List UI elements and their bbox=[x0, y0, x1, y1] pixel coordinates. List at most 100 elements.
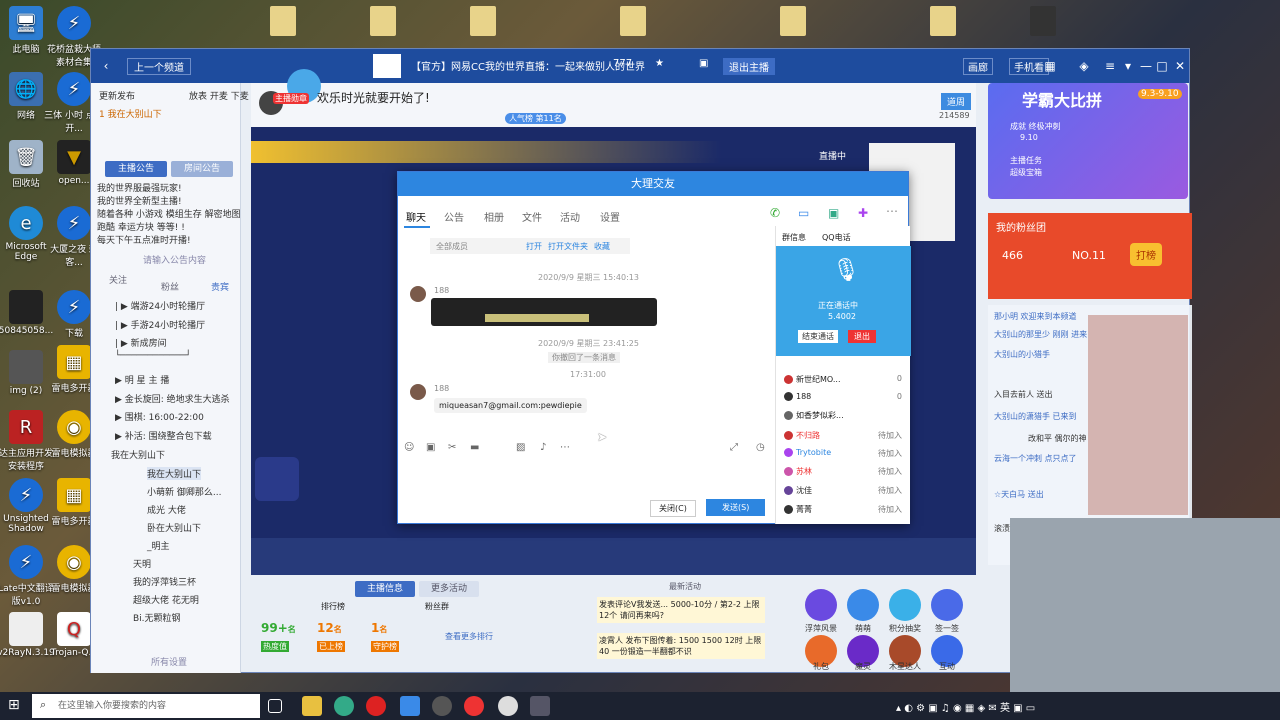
opera-icon[interactable] bbox=[366, 696, 386, 716]
desktop-folder-icon[interactable] bbox=[620, 6, 646, 36]
channel-item[interactable]: ▶ 金长旋回: 绝地求生大逃杀 bbox=[115, 392, 230, 405]
event-badge[interactable] bbox=[255, 457, 299, 501]
chrome-icon[interactable] bbox=[334, 696, 354, 716]
tab-notice[interactable]: 公告 bbox=[444, 209, 464, 224]
skin-icon[interactable]: ◈ bbox=[1075, 57, 1093, 75]
channel-item[interactable]: | ▶ 手游24小时轮播厅 bbox=[115, 318, 205, 331]
tab-album[interactable]: 相册 bbox=[484, 209, 504, 224]
exit-anchor-button[interactable]: 退出主播 bbox=[723, 58, 775, 75]
gift-button[interactable] bbox=[889, 589, 921, 621]
member-item[interactable]: 小萌新 御卿那么... bbox=[147, 485, 221, 498]
send-button[interactable]: 发送(S) bbox=[706, 499, 766, 516]
open-folder-link[interactable]: 打开文件夹 bbox=[548, 241, 588, 252]
member-row[interactable]: 菁菁 待加入 bbox=[784, 504, 902, 515]
settings-link[interactable]: 所有设置 bbox=[151, 655, 187, 668]
rank-button[interactable]: 道周 bbox=[941, 93, 972, 110]
badge[interactable]: 人气榜 第11名 bbox=[505, 113, 566, 124]
desktop-file-icon[interactable] bbox=[1030, 6, 1056, 36]
mic-controls-label[interactable]: 放表 开麦 下麦 bbox=[189, 89, 249, 102]
tab-anchor-notice[interactable]: 主播公告 bbox=[105, 161, 167, 177]
app-icon[interactable]: ✚ bbox=[858, 206, 868, 220]
gif-icon[interactable]: ▣ bbox=[426, 442, 435, 453]
tab-vip[interactable]: 贵宾 bbox=[211, 280, 229, 293]
expand-icon[interactable]: ⤢ bbox=[730, 442, 738, 453]
app-icon[interactable] bbox=[530, 696, 550, 716]
member-row[interactable]: 188 0 bbox=[784, 392, 902, 401]
windows-start-icon[interactable]: ⊞ bbox=[8, 697, 20, 713]
favorite-link[interactable]: 收藏 bbox=[594, 241, 610, 252]
close-icon[interactable]: ✕ bbox=[1171, 57, 1189, 75]
menu-icon[interactable]: ≡ bbox=[1101, 57, 1119, 75]
tray-icons[interactable]: ▴ ◐ ⚙ ▣ ♫ ◉ ▦ ◈ ✉ 英 ▣ ▭ bbox=[896, 699, 1035, 714]
file-explorer-icon[interactable] bbox=[302, 696, 322, 716]
video-icon[interactable]: ▣ bbox=[699, 58, 708, 69]
desktop-folder-icon[interactable] bbox=[270, 6, 296, 36]
notice-more[interactable]: 请输入公告内容 bbox=[143, 253, 206, 266]
close-button[interactable]: 关闭(C) bbox=[650, 500, 696, 517]
desktop-folder-icon[interactable] bbox=[470, 6, 496, 36]
tab-files[interactable]: 文件 bbox=[522, 209, 542, 224]
task-view-icon[interactable] bbox=[268, 699, 282, 713]
grid-icon[interactable]: ▦ bbox=[1041, 57, 1059, 75]
tab-group-info[interactable]: 群信息 bbox=[782, 232, 806, 243]
sub-channel-title[interactable]: 我在大别山下 bbox=[111, 448, 165, 461]
phone-icon[interactable]: ✆ bbox=[770, 206, 780, 220]
tab-settings[interactable]: 设置 bbox=[600, 209, 620, 224]
member-item[interactable]: Bi.无颗粒钢 bbox=[133, 611, 181, 624]
video-icon[interactable]: ▭ bbox=[798, 206, 809, 220]
maximize-icon[interactable]: □ bbox=[1153, 57, 1171, 75]
member-item[interactable]: 天明 bbox=[133, 557, 151, 570]
channel-item[interactable]: ▶ 补活: 围绕整合包下载 bbox=[115, 429, 212, 442]
member-row[interactable]: 苏林 待加入 bbox=[784, 466, 902, 477]
back-icon[interactable]: ‹ bbox=[97, 57, 115, 75]
folder-icon[interactable]: ▬ bbox=[470, 442, 479, 453]
tab-more-activities[interactable]: 更多活动 bbox=[419, 581, 479, 597]
gift-button[interactable] bbox=[805, 589, 837, 621]
fan-action-button[interactable]: 打榜 bbox=[1130, 243, 1162, 266]
channel-item[interactable]: | ▶ 端游24小时轮播厅 bbox=[115, 299, 205, 312]
desktop-folder-icon[interactable] bbox=[930, 6, 956, 36]
star-icon[interactable]: ★ bbox=[655, 58, 664, 69]
desktop-folder-icon[interactable] bbox=[780, 6, 806, 36]
member-item[interactable]: 卧在大别山下 bbox=[147, 521, 201, 534]
message-bubble-text[interactable]: miqueasan7@gmail.com:pewdiepie bbox=[434, 398, 587, 413]
news-item[interactable]: 发表评论V我发送... 5000-10分 / 第2-2 上限12个 请问再来吗? bbox=[597, 597, 765, 623]
more-icon[interactable]: ⋯ bbox=[886, 204, 898, 218]
channel-item[interactable]: ▶ 围棋: 16:00-22:00 bbox=[115, 410, 204, 423]
end-call-button[interactable]: 结束通话 bbox=[798, 330, 838, 343]
tab-chat[interactable]: 聊天 bbox=[406, 209, 426, 224]
fan-club-panel[interactable]: 我的粉丝团 466 NO.11 打榜 bbox=[988, 213, 1192, 299]
back-channel-button[interactable]: 上一个频道 bbox=[127, 58, 191, 75]
tab-fans[interactable]: 粉丝 bbox=[161, 280, 179, 293]
leave-call-button[interactable]: 退出 bbox=[848, 330, 876, 343]
member-item[interactable]: 超级大佬 花无明 bbox=[133, 593, 199, 606]
member-row[interactable]: 沈佳 待加入 bbox=[784, 485, 902, 496]
taskbar-search-input[interactable]: 在这里输入你要搜索的内容 bbox=[32, 694, 260, 718]
member-row[interactable]: 新世纪MO... 0 bbox=[784, 374, 902, 385]
member-row[interactable]: Trytobite 待加入 bbox=[784, 448, 902, 458]
desktop-folder-icon[interactable] bbox=[370, 6, 396, 36]
message-bubble-image[interactable] bbox=[431, 298, 657, 326]
gift-button[interactable] bbox=[931, 589, 963, 621]
open-link[interactable]: 打开 bbox=[526, 241, 542, 252]
member-item[interactable]: 成光 大佬 bbox=[147, 503, 186, 516]
tab-room-notice[interactable]: 房间公告 bbox=[171, 161, 233, 177]
message-input[interactable] bbox=[402, 462, 770, 494]
dropdown-icon[interactable]: ▾ bbox=[1119, 57, 1137, 75]
tab-anchor-info[interactable]: 主播信息 bbox=[355, 581, 415, 597]
store-icon[interactable] bbox=[400, 696, 420, 716]
emoji-icon[interactable]: ☺ bbox=[404, 442, 414, 453]
member-item[interactable]: 我在大别山下 bbox=[147, 467, 202, 480]
bell-icon[interactable]: ♪ bbox=[540, 442, 546, 453]
gift-button[interactable] bbox=[847, 589, 879, 621]
scissors-icon[interactable]: ✂ bbox=[448, 442, 456, 453]
share-icon[interactable]: ▣ bbox=[828, 206, 839, 220]
gallery-button[interactable]: 画廊 bbox=[963, 58, 993, 75]
steam-icon[interactable] bbox=[432, 696, 452, 716]
more-rank-link[interactable]: 查看更多排行 bbox=[445, 631, 493, 642]
member-item[interactable]: _明主 bbox=[147, 539, 170, 552]
tab-follow[interactable]: 关注 bbox=[109, 273, 127, 286]
more-icon[interactable]: ⋯ bbox=[560, 442, 570, 453]
member-item[interactable]: 我的浮萍钱三杯 bbox=[133, 575, 196, 588]
cc-live-icon[interactable] bbox=[498, 696, 518, 716]
